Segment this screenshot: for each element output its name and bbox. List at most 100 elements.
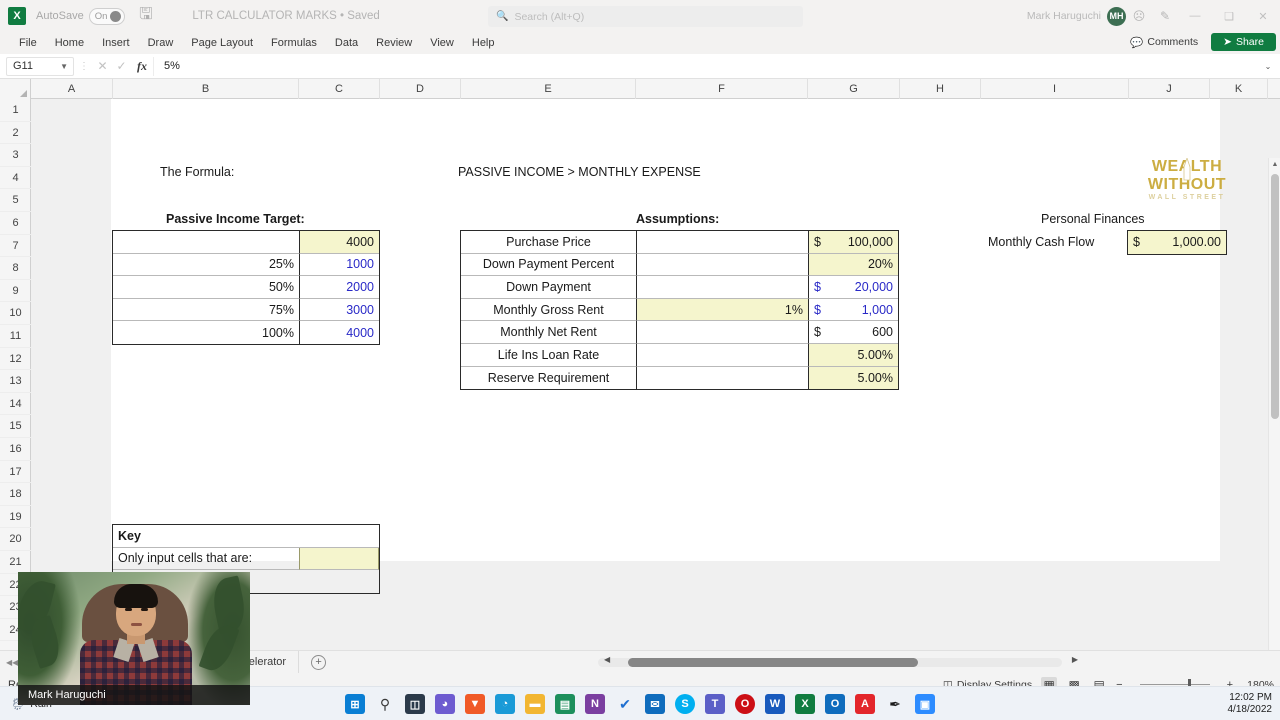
outlook-icon[interactable]: O [825,694,845,714]
column-header-f[interactable]: F [636,79,808,99]
assumption-mid-reserve-requirement[interactable] [636,366,808,390]
formula-input[interactable]: 5% [153,56,1256,76]
column-header-d[interactable]: D [380,79,461,99]
passive-income-value-cell-1[interactable]: 4000 [299,231,379,254]
table-row[interactable]: 50% 2000 [113,276,379,299]
search-icon[interactable]: ⚲ [375,694,395,714]
assumption-value-down-payment[interactable]: $ 20,000 [808,276,898,299]
passive-income-pct-cell-2[interactable]: 25% [113,254,299,277]
tab-home[interactable]: Home [46,32,93,54]
assumption-mid-down-payment-percent[interactable] [636,253,808,277]
assumption-value-monthly-net-rent[interactable]: $ 600 [808,321,898,344]
row-header-19[interactable]: 19 [0,506,31,529]
row-header-4[interactable]: 4 [0,167,31,190]
table-row[interactable]: Purchase Price $ 100,000 [461,231,898,254]
row-header-2[interactable]: 2 [0,122,31,145]
word-icon[interactable]: W [765,694,785,714]
start-icon[interactable]: ⊞ [345,694,365,714]
row-header-9[interactable]: 9 [0,280,31,303]
restore-button[interactable]: ❑ [1212,0,1246,32]
assumption-mid-monthly-net-rent[interactable] [636,321,808,344]
table-row[interactable]: 4000 [113,231,379,254]
column-header-a[interactable]: A [31,79,113,99]
key-row-swatch-2[interactable] [299,570,379,593]
tab-review[interactable]: Review [367,32,421,54]
row-header-17[interactable]: 17 [0,461,31,484]
passive-income-pct-cell-4[interactable]: 75% [113,299,299,322]
assumption-label-down-payment-percent[interactable]: Down Payment Percent [461,254,636,277]
comments-button[interactable]: 💬 Comments [1122,34,1206,51]
row-header-6[interactable]: 6 [0,212,31,235]
passive-income-value-cell-4[interactable]: 3000 [299,298,379,322]
pen-icon[interactable]: ✎ [1152,0,1178,32]
row-header-12[interactable]: 12 [0,348,31,371]
expand-formula-bar-icon[interactable]: ⌄ [1256,62,1280,71]
assumption-label-life-ins-loan-rate[interactable]: Life Ins Loan Rate [461,344,636,367]
table-row[interactable]: Monthly Net Rent $ 600 [461,321,898,344]
name-box[interactable]: G11 ▼ [6,56,74,76]
column-header-j[interactable]: J [1129,79,1210,99]
close-button[interactable]: ✕ [1246,0,1280,32]
ribbon-display-options-icon[interactable]: ☹ [1126,0,1152,32]
row-header-5[interactable]: 5 [0,189,31,212]
row-header-1[interactable]: 1 [0,99,31,122]
passive-income-pct-cell-5[interactable]: 100% [113,321,299,344]
search-input[interactable]: 🔍 Search (Alt+Q) [488,6,803,27]
tab-draw[interactable]: Draw [139,32,183,54]
row-header-8[interactable]: 8 [0,257,31,280]
assumption-label-purchase-price[interactable]: Purchase Price [461,231,636,254]
key-title-swatch-cell[interactable] [299,525,379,548]
hscroll-left-icon[interactable]: ◀ [604,655,610,664]
opera-icon[interactable]: O [735,694,755,714]
column-header-c[interactable]: C [299,79,380,99]
table-row[interactable]: Only input cells that are: [113,547,379,571]
row-header-7[interactable]: 7 [0,235,31,258]
brave-icon[interactable]: ▼ [465,694,485,714]
hscroll-right-icon[interactable]: ▶ [1072,655,1078,664]
row-header-13[interactable]: 13 [0,370,31,393]
table-row[interactable]: 100% 4000 [113,321,379,344]
row-header-15[interactable]: 15 [0,415,31,438]
row-header-21[interactable]: 21 [0,551,31,574]
key-title[interactable]: Key [113,525,299,548]
assumption-label-monthly-gross-rent[interactable]: Monthly Gross Rent [461,299,636,322]
tab-view[interactable]: View [421,32,463,54]
assumption-mid-purchase-price[interactable] [636,231,808,254]
horizontal-scroll-thumb[interactable] [628,658,918,667]
table-row[interactable]: 25% 1000 [113,253,379,277]
tab-data[interactable]: Data [326,32,367,54]
tab-insert[interactable]: Insert [93,32,139,54]
assumption-value-reserve-requirement[interactable]: 5.00% [808,366,898,390]
horizontal-scrollbar[interactable]: ◀ ▶ [580,655,1080,669]
passive-income-value-cell-2[interactable]: 1000 [299,253,379,277]
column-header-b[interactable]: B [113,79,299,99]
passive-income-value-cell-3[interactable]: 2000 [299,276,379,299]
column-header-e[interactable]: E [461,79,636,99]
assumption-value-life-ins-loan-rate[interactable]: 5.00% [808,343,898,367]
assumption-value-monthly-gross-rent[interactable]: $ 1,000 [808,298,898,322]
confirm-icon[interactable]: ✓ [112,59,131,73]
row-header-18[interactable]: 18 [0,483,31,506]
table-row[interactable]: Down Payment Percent 20% [461,253,898,277]
assumption-label-down-payment[interactable]: Down Payment [461,276,636,299]
passive-income-pct-cell-3[interactable]: 50% [113,276,299,299]
column-header-g[interactable]: G [808,79,900,99]
todo-icon[interactable]: ✔ [615,694,635,714]
autosave-toggle[interactable]: AutoSave On [36,7,126,25]
sheet-nav-first-icon[interactable]: ◀◀ [6,658,18,667]
tab-file[interactable]: File [10,32,46,54]
webcam-overlay[interactable]: Mark Haruguchi [18,572,250,705]
row-header-11[interactable]: 11 [0,325,31,348]
document-title[interactable]: LTR CALCULATOR MARKS • Saved [192,10,379,22]
minimize-button[interactable]: — [1178,0,1212,32]
table-row[interactable]: 75% 3000 [113,298,379,322]
onenote-icon[interactable]: N [585,694,605,714]
key-row-label-1[interactable]: Only input cells that are: [113,548,299,571]
chat-icon[interactable]: ◕ [435,694,455,714]
select-all-corner[interactable] [0,79,31,99]
skype-icon[interactable]: S [675,694,695,714]
autosave-switch[interactable]: On [88,7,126,25]
zoom-icon[interactable]: ▣ [915,694,935,714]
row-header-16[interactable]: 16 [0,438,31,461]
table-row[interactable]: $ 1,000.00 [1128,231,1226,254]
